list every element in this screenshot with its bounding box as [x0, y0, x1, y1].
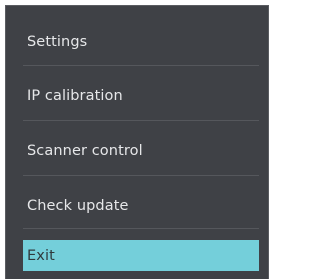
menu-item-settings[interactable]: Settings	[23, 21, 259, 63]
menu-divider	[23, 65, 259, 66]
context-menu: Settings IP calibration Scanner control …	[5, 5, 269, 279]
menu-divider	[23, 120, 259, 121]
menu-item-check-update[interactable]: Check update	[23, 185, 259, 227]
menu-divider	[23, 175, 259, 176]
menu-item-label: IP calibration	[27, 88, 123, 104]
menu-item-exit[interactable]: Exit	[23, 240, 259, 271]
menu-item-scanner-control[interactable]: Scanner control	[23, 130, 259, 172]
menu-item-label: Scanner control	[27, 143, 143, 159]
menu-item-label: Check update	[27, 198, 129, 214]
menu-item-ip-calibration[interactable]: IP calibration	[23, 75, 259, 117]
menu-item-label: Settings	[27, 34, 88, 50]
menu-item-label: Exit	[27, 247, 55, 264]
menu-divider	[23, 228, 259, 229]
window-background: Settings IP calibration Scanner control …	[0, 0, 274, 279]
